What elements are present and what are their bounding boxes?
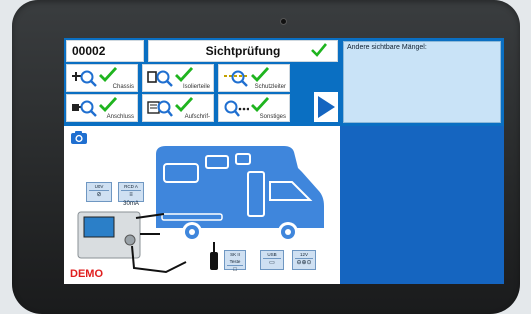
tile-protective-conductor[interactable]: Schutzleiter [218, 64, 290, 92]
camera-button[interactable] [70, 130, 88, 150]
badge-12v: 12V ⊖⊕⊙ [292, 250, 316, 270]
inspection-toolbar: 00002 Sichtprüfung Chassis Isolierteile … [64, 38, 340, 126]
next-button[interactable] [314, 92, 338, 122]
tile-label: Anschluss [106, 114, 134, 120]
tile-insulation[interactable]: Isolierteile [142, 64, 214, 92]
check-icon [99, 97, 117, 112]
badge-sk2: SK II Teste □ [224, 250, 246, 273]
check-icon [175, 97, 193, 112]
camera-icon [71, 131, 87, 144]
insulation-magnifier-icon [147, 69, 173, 87]
label-magnifier-icon [147, 99, 173, 117]
usb-icon: ▭ [263, 258, 281, 268]
demo-label: DEMO [70, 268, 103, 280]
rcd-icon: ≡ 30mA [121, 190, 141, 207]
tile-label: Aufschrif- [184, 114, 210, 120]
tile-plug[interactable]: Anschluss [66, 94, 138, 122]
chassis-magnifier-icon [71, 69, 97, 87]
tile-label-marking[interactable]: Aufschrif- [142, 94, 214, 122]
tile-label: Isolierteile [182, 84, 210, 90]
tile-label: Schutzleiter [254, 84, 286, 90]
play-arrow-icon [318, 96, 335, 118]
tile-other[interactable]: Sonstiges [218, 94, 290, 122]
inspection-title-label: Sichtprüfung [205, 44, 281, 58]
check-icon [99, 67, 117, 82]
check-icon [175, 67, 193, 82]
other-magnifier-icon [223, 99, 250, 117]
badge-u0v: U0V ⊘ [86, 182, 112, 202]
notes-panel: Andere sichtbare Mängel: [340, 38, 504, 126]
tile-label: Chassis [112, 84, 134, 90]
plug-magnifier-icon [71, 99, 97, 117]
tile-label: Sonstiges [259, 114, 286, 120]
inspection-title[interactable]: Sichtprüfung [148, 40, 338, 62]
badge-usb: USB ▭ [260, 250, 284, 270]
measurement-diagram: U0V ⊘ RCD A ≡ 30mA SK II Teste □ USB ▭ 1… [64, 126, 340, 284]
tablet-frame: 00002 Sichtprüfung Chassis Isolierteile … [12, 0, 520, 314]
other-defects-label: Andere sichtbare Mängel: [347, 44, 427, 51]
protective-conductor-magnifier-icon [223, 69, 249, 87]
probe-icon [210, 242, 218, 270]
check-icon [251, 97, 269, 112]
record-id-field[interactable]: 00002 [66, 40, 144, 62]
square-icon: □ [227, 265, 243, 275]
app-screen: 00002 Sichtprüfung Chassis Isolierteile … [64, 38, 504, 284]
badge-rcd: RCD A ≡ 30mA [118, 182, 144, 207]
check-icon [311, 43, 327, 57]
side-panel [340, 126, 504, 284]
check-icon [251, 67, 269, 82]
other-defects-textarea[interactable]: Andere sichtbare Mängel: [343, 41, 501, 123]
front-camera [280, 18, 287, 25]
polarity-icon: ⊖⊕⊙ [295, 258, 313, 266]
switch-icon: ⊘ [89, 190, 109, 200]
tile-chassis[interactable]: Chassis [66, 64, 138, 92]
